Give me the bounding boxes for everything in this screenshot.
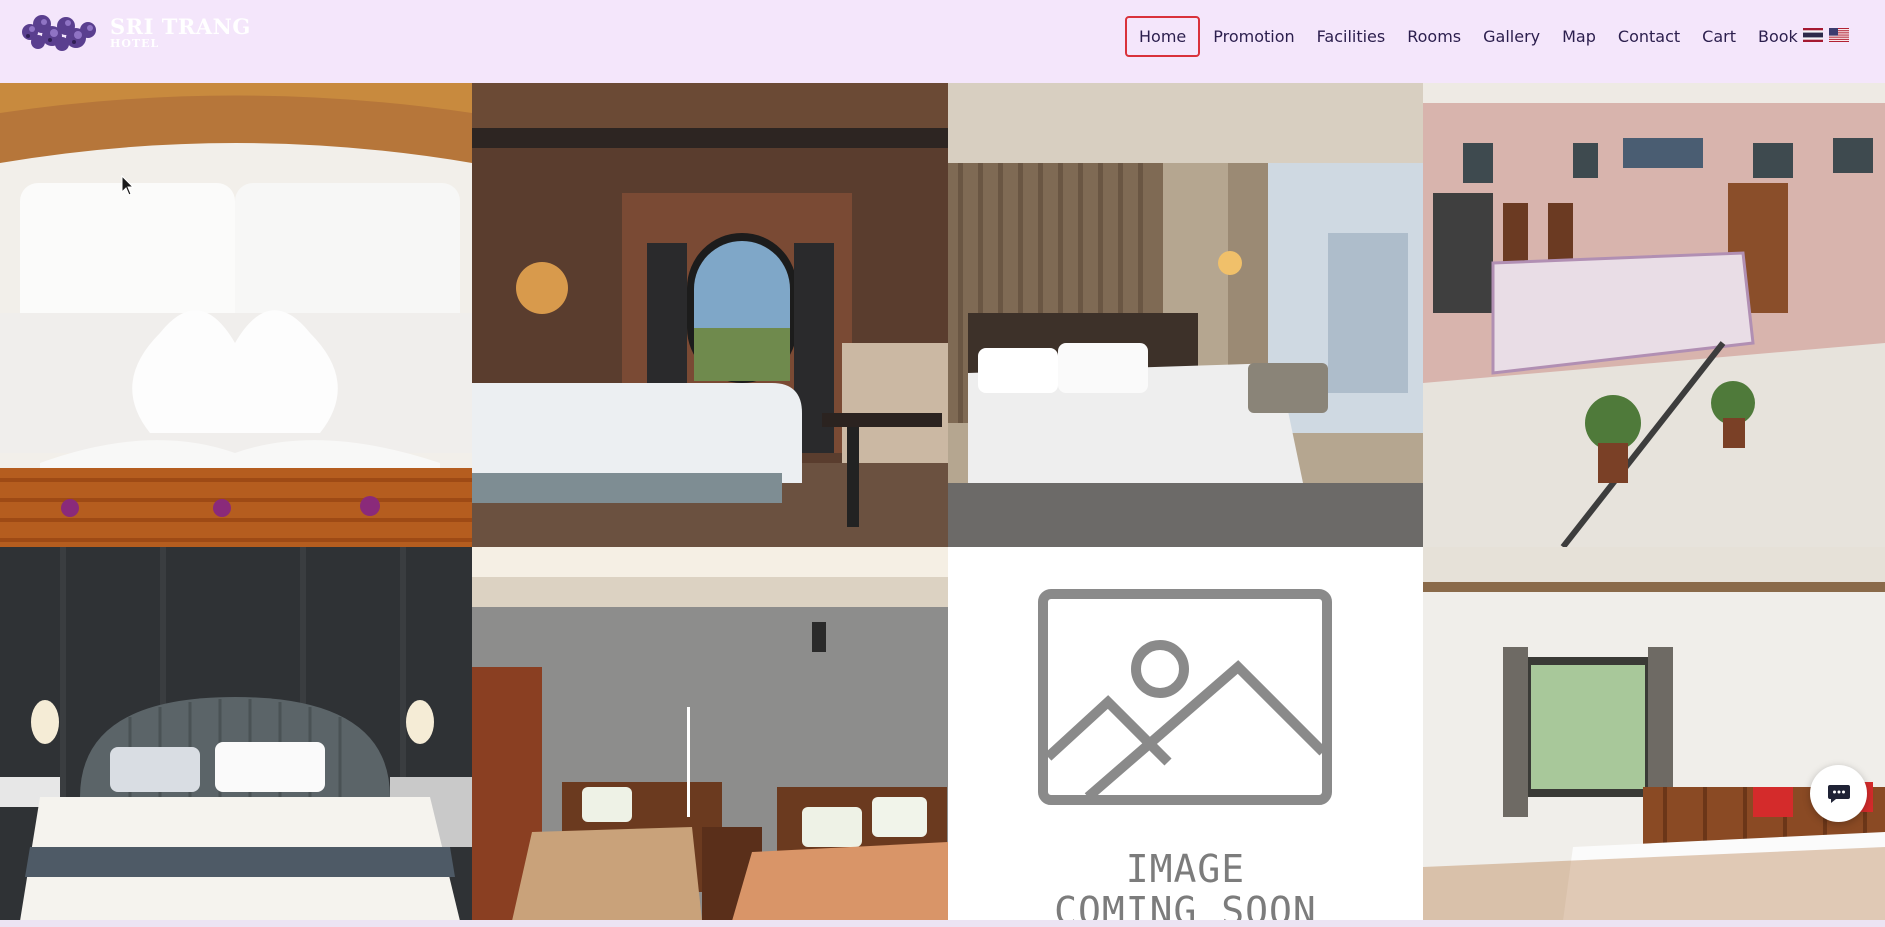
room-gallery: IMAGE COMING SOON — [0, 83, 1885, 921]
gallery-photo-loft-room[interactable] — [472, 83, 948, 547]
chat-bubble-icon — [1827, 784, 1850, 803]
nav-gallery[interactable]: Gallery — [1472, 16, 1551, 57]
us-flag-icon[interactable] — [1829, 28, 1849, 42]
nav-promotion[interactable]: Promotion — [1202, 16, 1305, 57]
main-nav: Home Promotion Facilities Rooms Gallery … — [1125, 15, 1809, 58]
gallery-photo-towel-swans[interactable] — [0, 83, 472, 547]
thai-flag-icon[interactable] — [1803, 28, 1823, 42]
placeholder-line-2: COMING SOON — [1054, 889, 1317, 921]
mouse-cursor-icon — [121, 175, 135, 196]
placeholder-line-1: IMAGE — [1125, 847, 1246, 891]
gallery-photo-atrium-hallway[interactable] — [1423, 83, 1885, 547]
nav-facilities[interactable]: Facilities — [1306, 16, 1397, 57]
hotel-logo[interactable]: SRI TRANG HOTEL — [18, 10, 251, 54]
gallery-placeholder: IMAGE COMING SOON — [948, 547, 1423, 921]
language-switcher — [1803, 28, 1849, 42]
nav-contact[interactable]: Contact — [1607, 16, 1691, 57]
bottom-edge — [0, 920, 1885, 927]
orchid-logo-icon — [22, 15, 96, 51]
brand-name: SRI TRANG — [110, 13, 251, 39]
gallery-photo-standard-room[interactable] — [1423, 547, 1885, 921]
gallery-photo-city-view-room[interactable] — [948, 83, 1423, 547]
brand-subtitle: HOTEL — [110, 36, 160, 50]
chat-button[interactable] — [1810, 765, 1867, 822]
gallery-photo-twin-room[interactable] — [472, 547, 948, 921]
nav-cart[interactable]: Cart — [1691, 16, 1747, 57]
site-header: SRI TRANG HOTEL Home Promotion Facilitie… — [0, 0, 1885, 83]
nav-book[interactable]: Book — [1747, 16, 1809, 57]
nav-home[interactable]: Home — [1125, 16, 1201, 57]
nav-rooms[interactable]: Rooms — [1396, 16, 1472, 57]
gallery-photo-deluxe-room[interactable] — [0, 547, 472, 921]
nav-map[interactable]: Map — [1551, 16, 1607, 57]
